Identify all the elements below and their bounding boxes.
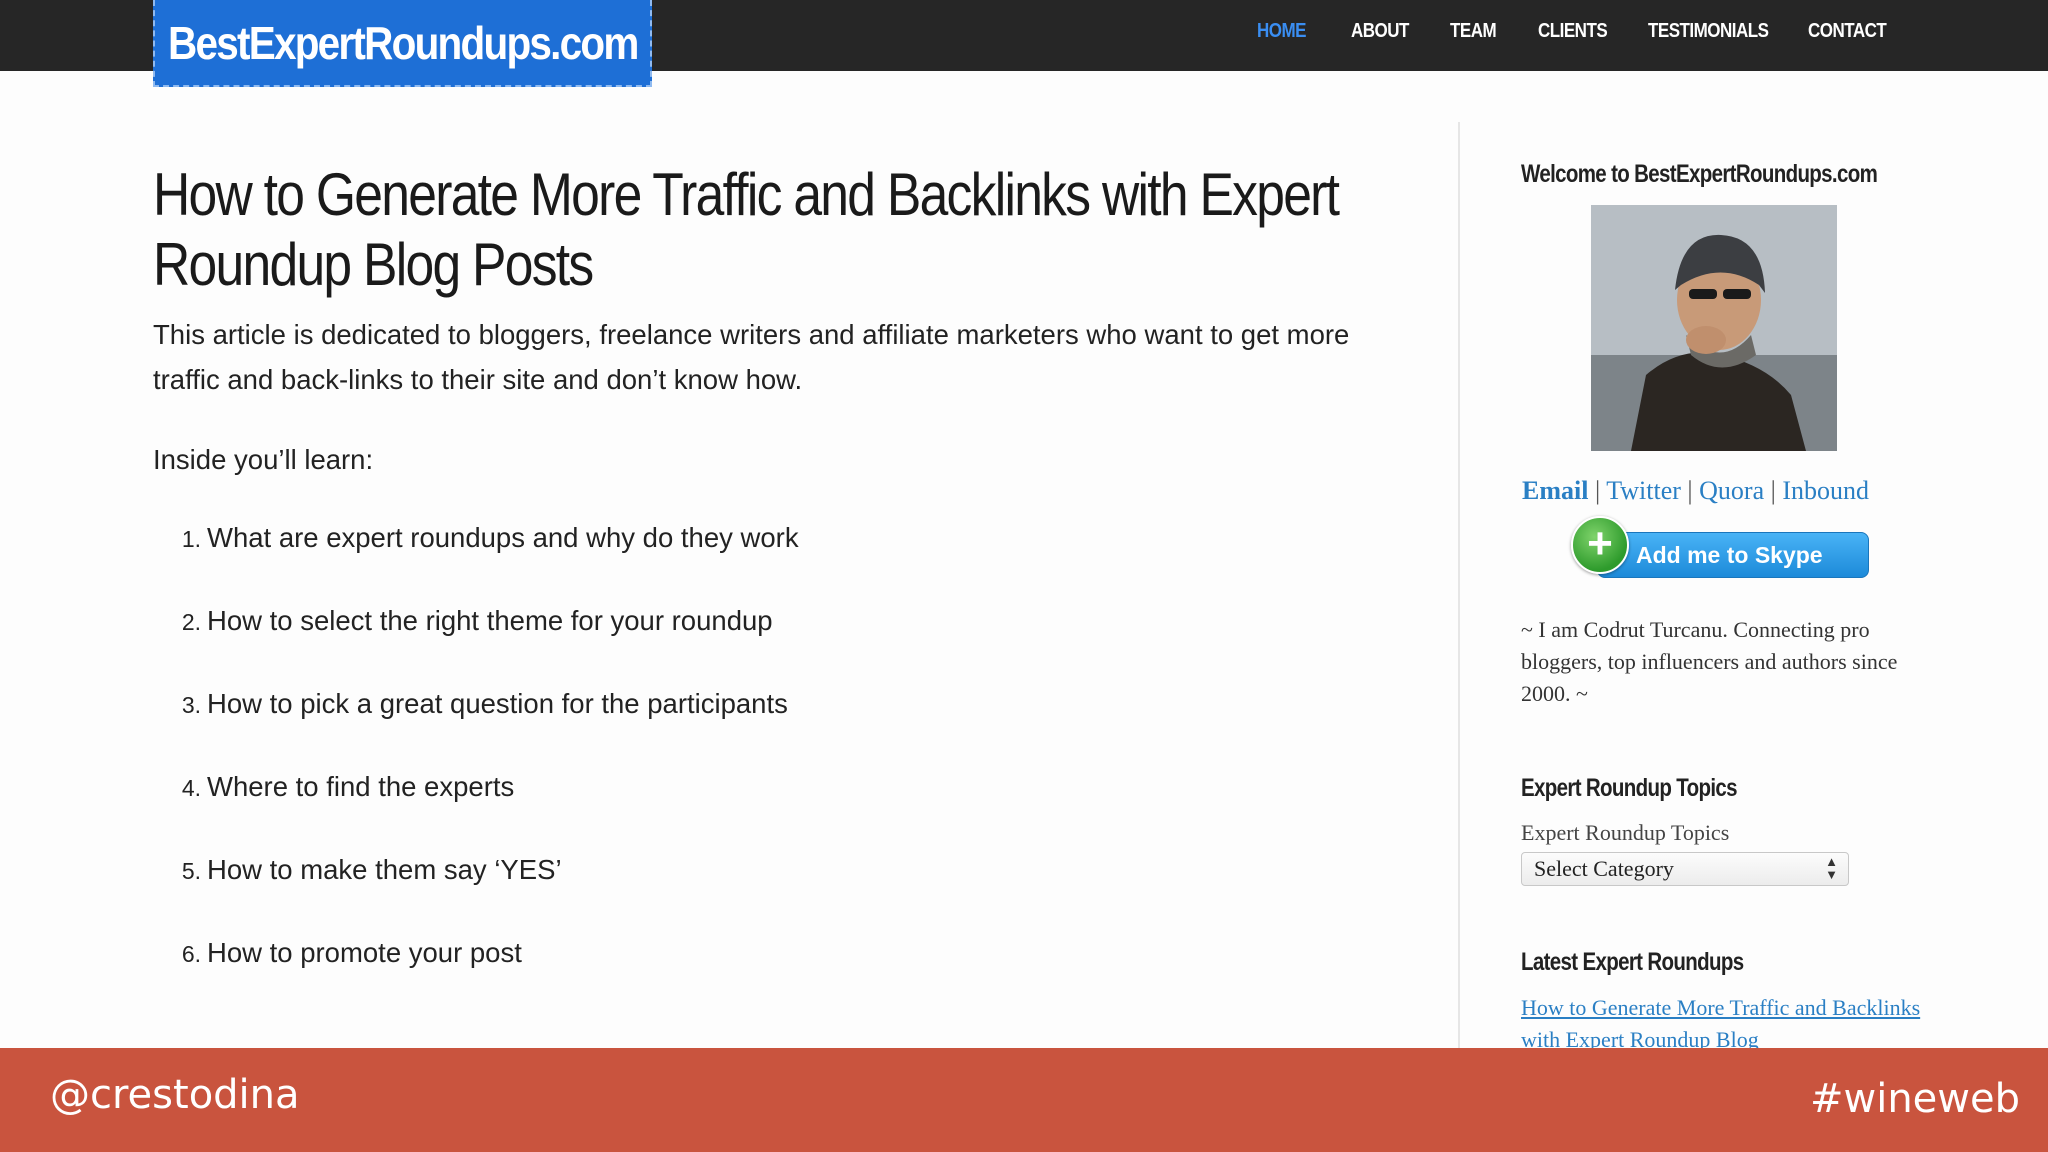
list-item: 6. How to promote your post <box>181 937 522 968</box>
twitter-link[interactable]: Twitter <box>1606 476 1681 505</box>
quora-link[interactable]: Quora <box>1699 476 1764 505</box>
latest-roundups-heading: Latest Expert Roundups <box>1521 948 1744 976</box>
author-bio: ~ I am Codrut Turcanu. Connecting pro bl… <box>1521 617 1898 706</box>
category-select-value: Select Category <box>1534 856 1674 881</box>
plus-icon: + <box>1571 516 1629 574</box>
email-link[interactable]: Email <box>1522 476 1588 505</box>
article: How to Generate More Traffic and Backlin… <box>153 160 1353 968</box>
event-hashtag: #wineweb <box>1809 1076 2020 1122</box>
inside-label: Inside you’ll learn: <box>153 444 374 475</box>
article-intro: This article is dedicated to bloggers, f… <box>153 319 1350 395</box>
nav-clients[interactable]: CLIENTS <box>1538 20 1608 43</box>
site-logo[interactable]: BestExpertRoundups.com <box>153 0 652 87</box>
list-item: 4. Where to find the experts <box>181 771 515 802</box>
list-item: 5. How to make them say ‘YES’ <box>181 854 562 885</box>
slide-footer: @crestodina #wineweb <box>0 1048 2048 1152</box>
select-arrows-icon: ▲ ▼ <box>1825 854 1838 882</box>
nav-contact[interactable]: CONTACT <box>1808 20 1887 43</box>
topics-heading: Expert Roundup Topics <box>1521 774 1738 802</box>
welcome-heading: Welcome to BestExpertRoundups.com <box>1521 160 1878 188</box>
column-divider <box>1458 122 1460 1048</box>
link-separator: | <box>1770 476 1776 505</box>
nav-testimonials[interactable]: TESTIMONIALS <box>1648 20 1769 43</box>
list-item: 3. How to pick a great question for the p… <box>181 688 788 719</box>
list-item: 2. How to select the right theme for your… <box>181 605 773 636</box>
category-select[interactable]: Select Category ▲ ▼ <box>1521 852 1849 886</box>
list-item: 1. What are expert roundups and why do th… <box>181 522 799 553</box>
latest-roundup-link[interactable]: How to Generate More Traffic and Backlin… <box>1521 992 1921 1056</box>
link-separator: | <box>1687 476 1693 505</box>
add-to-skype-button[interactable]: Add me to Skype + <box>1571 516 1871 582</box>
social-links: Email | Twitter | Quora | Inbound <box>1522 476 1869 506</box>
site-logo-text: BestExpertRoundups.com <box>167 16 639 69</box>
topics-select-label: Expert Roundup Topics <box>1521 820 1730 845</box>
author-photo-illustration <box>1591 205 1837 451</box>
link-separator: | <box>1594 476 1601 505</box>
article-title: How to Generate More Traffic and Backlin… <box>153 161 1340 298</box>
skype-button-label: Add me to Skype <box>1597 532 1869 578</box>
nav-home[interactable]: HOME <box>1257 20 1306 43</box>
inbound-link[interactable]: Inbound <box>1782 476 1869 505</box>
nav-about[interactable]: ABOUT <box>1351 20 1409 43</box>
nav-team[interactable]: TEAM <box>1450 20 1497 43</box>
twitter-handle: @crestodina <box>50 1072 300 1118</box>
author-photo <box>1591 205 1837 451</box>
